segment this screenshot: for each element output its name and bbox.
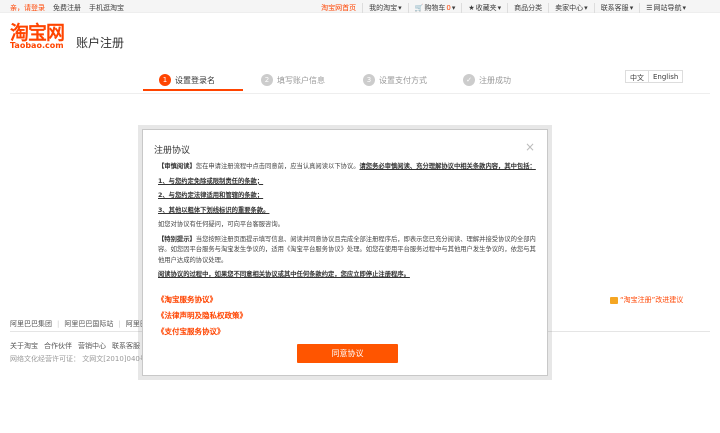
lang-chinese[interactable]: 中文 — [626, 71, 648, 82]
top-bar-left: 亲，请登录 免费注册 手机逛淘宝 — [10, 3, 124, 13]
dialog-title: 注册协议 — [154, 146, 191, 156]
registration-steps: 1 设置登录名 2 填写账户信息 3 设置支付方式 ✓ 注册成功 — [143, 69, 571, 91]
feedback-link[interactable]: “淘宝注册”改进建议 — [610, 295, 683, 305]
close-icon[interactable]: × — [525, 140, 535, 154]
step-set-payment: 3 设置支付方式 — [363, 69, 427, 91]
categories-link[interactable]: 商品分类 — [507, 3, 548, 13]
chevron-down-icon: ▾ — [451, 4, 456, 12]
seller-center-link[interactable]: 卖家中心 ▾ — [548, 3, 594, 13]
cart-link[interactable]: 🛒 购物车 0 ▾ — [407, 3, 462, 13]
feedback-icon — [610, 296, 618, 304]
alipay-service-agreement-link[interactable]: 《支付宝服务协议》 — [157, 326, 247, 337]
cart-label: 购物车 — [424, 4, 446, 12]
agreement-paragraph: 【审慎阅读】您在申请注册流程中点击同意前，应当认真阅读以下协议。请您务必审慎阅读… — [158, 162, 542, 173]
favorites-label: 收藏夹 — [475, 4, 497, 12]
login-link[interactable]: 亲，请登录 — [10, 3, 45, 13]
chevron-down-icon: ▾ — [682, 4, 686, 12]
footer-link[interactable]: 阿里巴巴集团 — [10, 319, 52, 329]
chevron-down-icon: ▾ — [584, 4, 588, 12]
favorites-link[interactable]: ★ 收藏夹 ▾ — [461, 3, 507, 13]
footer-link[interactable]: 合作伙伴 — [44, 341, 72, 351]
step-number: 2 — [261, 74, 273, 86]
feedback-label: “淘宝注册”改进建议 — [620, 296, 684, 304]
site-nav-link[interactable]: ☰ 网站导航 ▾ — [639, 3, 692, 13]
chevron-down-icon: ▾ — [497, 4, 502, 12]
language-switch: 中文 English — [625, 70, 684, 83]
paragraph-emphasis: 请您务必审慎阅读、充分理解协议中相关条款内容，其中包括： — [359, 163, 536, 170]
paragraph-text: 您在申请注册流程中点击同意前，应当认真阅读以下协议。 — [195, 163, 360, 170]
paragraph-lead: 【特别提示】 — [158, 235, 196, 243]
footer-link[interactable]: 关于淘宝 — [10, 341, 38, 351]
item-text: 1、与您约定免除或限制责任的条款； — [158, 177, 264, 185]
site-nav-label: 网站导航 — [653, 4, 682, 12]
my-taobao-link[interactable]: 我的淘宝 ▾ — [362, 3, 408, 13]
agreement-item: 2、与您约定法律适用和管辖的条款； — [158, 191, 542, 202]
privacy-policy-link[interactable]: 《法律声明及隐私权政策》 — [157, 310, 247, 321]
agreement-item: 3、其他以粗体下划线标识的重要条款。 — [158, 206, 542, 217]
paragraph-lead: 【审慎阅读】 — [158, 163, 196, 170]
mobile-link[interactable]: 手机逛淘宝 — [89, 3, 124, 13]
footer-group-links: 阿里巴巴集团 阿里巴巴国际站 阿里巴巴 — [10, 319, 154, 329]
chevron-down-icon: ▾ — [629, 4, 634, 12]
menu-icon: ☰ — [646, 4, 653, 12]
footer-license: 网络文化经营许可证： 文网文[2010]040号 — [10, 355, 147, 363]
agreement-text: 【审慎阅读】您在申请注册流程中点击同意前，应当认真阅读以下协议。请您务必审慎阅读… — [158, 162, 542, 285]
step-label: 设置登录名 — [175, 75, 215, 85]
home-link-label: 淘宝网首页 — [321, 4, 357, 12]
item-text: 3、其他以粗体下划线标识的重要条款。 — [158, 206, 270, 214]
active-step-indicator — [143, 89, 243, 91]
step-label: 填写账户信息 — [277, 75, 325, 85]
footer-link[interactable]: 联系客服 — [112, 341, 140, 351]
logo-text: 淘宝网 — [10, 22, 65, 44]
step-label: 注册成功 — [479, 75, 511, 85]
chevron-down-icon: ▾ — [398, 4, 402, 12]
cart-count: 0 — [446, 4, 451, 12]
categories-label: 商品分类 — [514, 4, 543, 12]
customer-service-label: 联系客服 — [600, 4, 629, 12]
agreement-dialog: 注册协议 × 【审慎阅读】您在申请注册流程中点击同意前，应当认真阅读以下协议。请… — [142, 129, 548, 376]
footer-about-links: 关于淘宝 合作伙伴 营销中心 联系客服 开 — [10, 341, 153, 351]
logo-domain: Taobao.com — [10, 41, 64, 50]
step-fill-account-info: 2 填写账户信息 — [261, 69, 325, 91]
footer-link[interactable]: 营销中心 — [78, 341, 106, 351]
step-number: 3 — [363, 74, 375, 86]
top-bar: 亲，请登录 免费注册 手机逛淘宝 淘宝网首页 我的淘宝 ▾ 🛒 购物车 0 ▾ ★ 收藏夹… — [0, 0, 720, 13]
taobao-service-agreement-link[interactable]: 《淘宝服务协议》 — [157, 294, 247, 305]
step-register-success: ✓ 注册成功 — [463, 69, 511, 91]
agreement-links: 《淘宝服务协议》 《法律声明及隐私权政策》 《支付宝服务协议》 — [157, 294, 247, 337]
check-icon: ✓ — [463, 74, 475, 86]
step-set-login-name: 1 设置登录名 — [159, 69, 215, 91]
step-label: 设置支付方式 — [379, 75, 427, 85]
customer-service-link[interactable]: 联系客服 ▾ — [593, 3, 640, 13]
cart-icon: 🛒 — [414, 4, 424, 12]
register-link[interactable]: 免费注册 — [53, 3, 81, 13]
page-title: 账户注册 — [76, 36, 125, 50]
agreement-item: 1、与您约定免除或限制责任的条款； — [158, 177, 542, 188]
agreement-paragraph: 阅读协议的过程中，如果您不同意相关协议或其中任何条款约定，您应立即停止注册程序。 — [158, 270, 542, 281]
lang-english[interactable]: English — [648, 71, 682, 82]
paragraph-text: 当您按照注册页面提示填写信息、阅读并同意协议且完成全部注册程序后，即表示您已充分… — [158, 235, 536, 264]
agreement-paragraph: 【特别提示】当您按照注册页面提示填写信息、阅读并同意协议且完成全部注册程序后，即… — [158, 235, 542, 267]
agreement-paragraph: 如您对协议有任何疑问，可向平台客服咨询。 — [158, 221, 284, 228]
footer-link[interactable]: 阿里巴巴国际站 — [57, 319, 113, 329]
home-link[interactable]: 淘宝网首页 — [315, 3, 362, 13]
divider — [10, 93, 710, 94]
top-bar-right: 淘宝网首页 我的淘宝 ▾ 🛒 购物车 0 ▾ ★ 收藏夹 ▾ 商品分类 卖家中心 ▾ 联系客服… — [315, 3, 692, 13]
taobao-logo[interactable]: 淘宝网 Taobao.com — [10, 22, 65, 50]
item-text: 2、与您约定法律适用和管辖的条款； — [158, 192, 264, 199]
star-icon: ★ — [468, 4, 475, 12]
seller-center-label: 卖家中心 — [555, 4, 584, 12]
step-number: 1 — [159, 74, 171, 86]
my-taobao-label: 我的淘宝 — [369, 4, 398, 12]
paragraph-emphasis: 阅读协议的过程中，如果您不同意相关协议或其中任何条款约定，您应立即停止注册程序。 — [158, 271, 410, 278]
agree-button[interactable]: 同意协议 — [297, 344, 398, 363]
